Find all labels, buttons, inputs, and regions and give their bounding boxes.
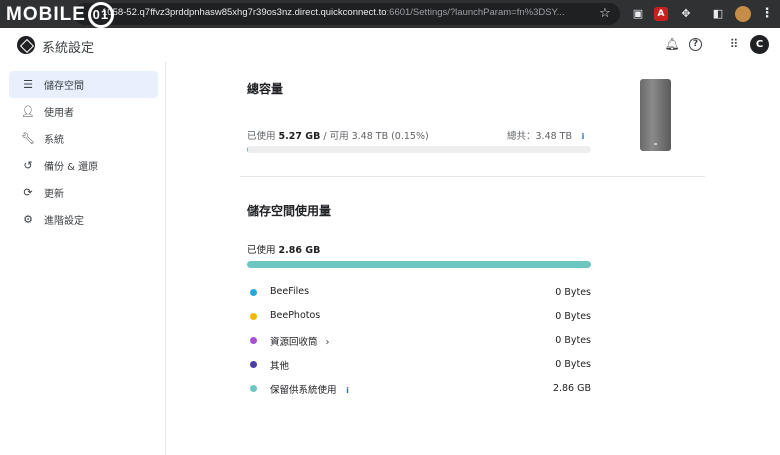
capacity-progress-bar <box>247 146 591 153</box>
usage-item-recycle-bin[interactable]: 資源回收筒 › 0 Bytes <box>249 334 591 348</box>
sidebar-item-label: 系統 <box>44 135 64 146</box>
usage-item-other: 其他 0 Bytes <box>249 358 591 372</box>
pdf-extension-icon[interactable]: A <box>654 7 668 21</box>
capacity-total-text: 總共：3.48 TB i <box>507 128 588 142</box>
capacity-heading: 總容量 <box>247 82 284 96</box>
chevron-right-icon[interactable]: › <box>326 337 330 348</box>
capacity-progress-fill <box>247 146 249 153</box>
address-url[interactable]: 1058-52.q7ffvz3prddpnhasw85xhg7r39os3nz.… <box>102 7 594 18</box>
usage-item-label: BeePhotos <box>270 310 321 321</box>
legend-dot <box>250 361 257 368</box>
sidebar-item-label: 使用者 <box>44 108 74 119</box>
apps-grid-icon[interactable]: ⠿ <box>726 36 742 52</box>
legend-dot <box>250 289 257 296</box>
usage-item-label: 保留供系統使用 i <box>270 382 353 396</box>
browser-menu-icon[interactable]: ⋮ <box>759 6 775 22</box>
sidebar-item-label: 進階設定 <box>44 216 84 227</box>
sidebar-item-advanced-settings[interactable]: ⚙ 進階設定 <box>9 206 158 233</box>
info-icon[interactable]: i <box>578 132 588 142</box>
capacity-used-text: 已使用 5.27 GB / 可用 3.48 TB (0.15%) <box>247 131 429 142</box>
usage-item-value: 0 Bytes <box>555 335 591 346</box>
usage-item-value: 0 Bytes <box>555 287 591 298</box>
usage-item-beefiles: BeeFiles 0 Bytes <box>249 286 591 300</box>
extension-icon[interactable]: ▣ <box>630 6 646 22</box>
help-icon[interactable]: ? <box>689 38 702 51</box>
refresh-icon: ⟳ <box>23 186 33 199</box>
usage-progress-bar <box>247 261 591 268</box>
legend-dot <box>250 385 257 392</box>
usage-item-label: 其他 <box>270 361 290 372</box>
usage-item-label: BeeFiles <box>270 286 310 297</box>
wrench-icon: 🔧︎ <box>21 132 35 145</box>
usage-used-text: 已使用 2.86 GB <box>247 245 321 256</box>
usage-item-label[interactable]: 資源回收筒 › <box>270 334 330 348</box>
user-avatar[interactable]: C <box>750 35 769 54</box>
user-icon: 👤︎ <box>21 105 35 118</box>
app-logo-icon <box>17 36 35 54</box>
usage-heading: 儲存空間使用量 <box>247 204 332 218</box>
puzzle-extensions-icon[interactable]: ✥ <box>678 6 694 22</box>
page-title: 系統設定 <box>42 41 95 56</box>
bookmark-star-icon[interactable]: ☆ <box>597 6 613 22</box>
usage-item-value: 2.86 GB <box>552 383 591 394</box>
notification-bell-icon[interactable]: 🔔︎ <box>664 36 680 52</box>
sidebar-divider <box>165 62 166 455</box>
sidebar-item-label: 備份 & 還原 <box>44 162 99 173</box>
sidebar-item-update[interactable]: ⟳ 更新 <box>9 179 158 206</box>
sidebar-item-storage[interactable]: ☰ 儲存空間 <box>9 71 158 98</box>
sidebar-item-users[interactable]: 👤︎ 使用者 <box>9 98 158 125</box>
profile-avatar-icon[interactable] <box>735 6 751 22</box>
legend-dot <box>250 337 257 344</box>
sidebar-item-label: 更新 <box>44 189 64 200</box>
watermark-logo: MOBILE 01 <box>6 2 114 28</box>
nas-device-image <box>640 79 671 151</box>
sidebar-item-backup-restore[interactable]: ↺ 備份 & 還原 <box>9 152 158 179</box>
legend-dot <box>250 313 257 320</box>
storage-icon: ☰ <box>23 78 33 91</box>
section-divider <box>240 176 705 177</box>
side-panel-icon[interactable]: ◧ <box>710 6 726 22</box>
info-icon[interactable]: i <box>343 386 353 396</box>
usage-item-system-reserved: 保留供系統使用 i 2.86 GB <box>249 382 591 396</box>
sidebar-item-system[interactable]: 🔧︎ 系統 <box>9 125 158 152</box>
advanced-settings-icon: ⚙ <box>23 213 33 226</box>
browser-toolbar: 1058-52.q7ffvz3prddpnhasw85xhg7r39os3nz.… <box>0 0 780 28</box>
usage-item-value: 0 Bytes <box>555 311 591 322</box>
usage-item-value: 0 Bytes <box>555 359 591 370</box>
usage-item-beephotos: BeePhotos 0 Bytes <box>249 310 591 324</box>
usage-progress-fill <box>247 261 591 268</box>
sidebar-item-label: 儲存空間 <box>44 81 84 92</box>
backup-restore-icon: ↺ <box>23 159 33 172</box>
